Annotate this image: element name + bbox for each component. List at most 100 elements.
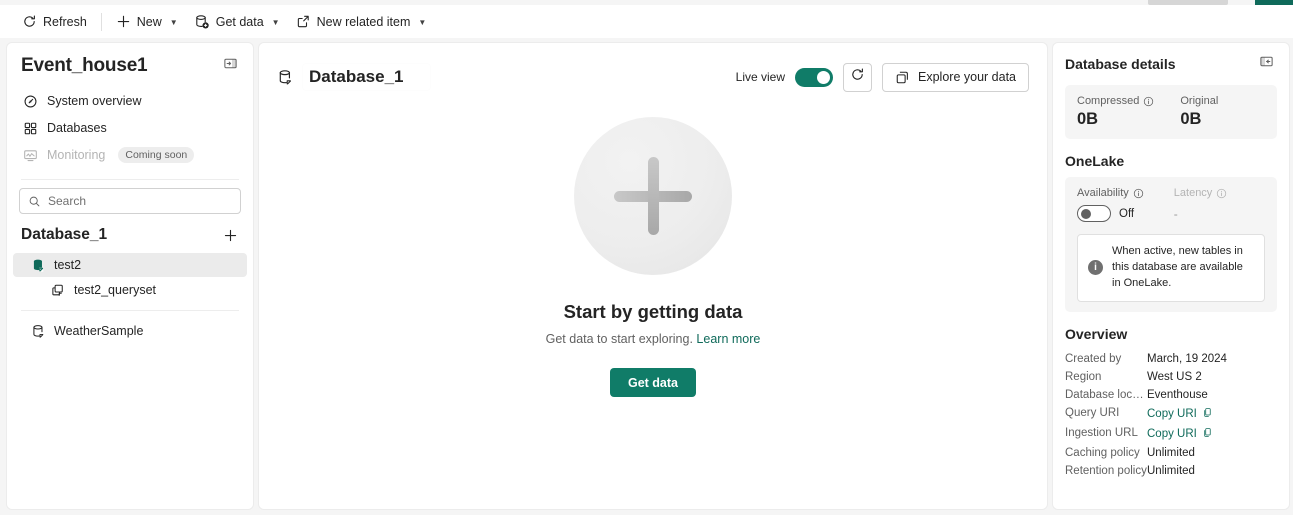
compressed-stat: Compressed 0B bbox=[1077, 95, 1154, 129]
eventhouse-title: Event_house1 bbox=[21, 55, 148, 76]
overview-value: March, 19 2024 bbox=[1147, 352, 1227, 365]
details-panel-title: Database details bbox=[1065, 56, 1176, 72]
overview-table: Created by March, 19 2024 Region West US… bbox=[1065, 350, 1277, 480]
get-data-button[interactable]: Get data ▼ bbox=[186, 9, 288, 35]
database-icon bbox=[31, 324, 46, 339]
database-icon bbox=[31, 258, 46, 273]
tree-divider bbox=[21, 310, 239, 311]
live-view-toggle[interactable] bbox=[795, 67, 834, 87]
latency-label: Latency bbox=[1173, 187, 1213, 199]
info-icon[interactable] bbox=[1216, 188, 1227, 199]
copy-query-uri-label: Copy URI bbox=[1147, 407, 1197, 420]
table-row: Region West US 2 bbox=[1065, 368, 1277, 386]
details-panel: Database details Compressed 0B Original … bbox=[1052, 42, 1290, 510]
chevron-down-icon: ▼ bbox=[418, 18, 427, 27]
onelake-row: Availability Off Latency - bbox=[1077, 187, 1265, 222]
table-row: Created by March, 19 2024 bbox=[1065, 350, 1277, 368]
info-icon[interactable] bbox=[1143, 96, 1154, 107]
tree-item-label: test2_queryset bbox=[74, 283, 156, 297]
new-button[interactable]: New ▼ bbox=[108, 9, 186, 35]
external-link-icon bbox=[296, 14, 311, 29]
size-stats-row: Compressed 0B Original 0B bbox=[1077, 95, 1265, 129]
empty-state-subtitle: Get data to start exploring. Learn more bbox=[546, 332, 761, 346]
details-header-row: Database details bbox=[1065, 53, 1277, 75]
table-row: Retention policy Unlimited bbox=[1065, 462, 1277, 480]
tree-item-test2[interactable]: test2 bbox=[13, 253, 247, 277]
search-box[interactable] bbox=[19, 188, 241, 214]
get-data-icon bbox=[194, 14, 210, 30]
search-input[interactable] bbox=[48, 194, 232, 208]
tree-item-weathersample[interactable]: WeatherSample bbox=[13, 319, 247, 343]
tree-item-label: WeatherSample bbox=[54, 324, 144, 338]
page-title[interactable]: Database_1 bbox=[303, 64, 430, 90]
app-root: Refresh New ▼ Get data ▼ New related ite… bbox=[0, 0, 1293, 515]
eventhouse-title-row: Event_house1 bbox=[7, 43, 253, 83]
copy-icon bbox=[1202, 427, 1213, 441]
learn-more-link[interactable]: Learn more bbox=[696, 332, 760, 346]
sidebar-item-databases[interactable]: Databases bbox=[17, 115, 243, 141]
main-panel: Database_1 Live view Explore your data S… bbox=[258, 42, 1048, 510]
explore-icon bbox=[895, 70, 910, 85]
onelake-info-note: i When active, new tables in this databa… bbox=[1077, 234, 1265, 302]
plus-icon-vertical bbox=[647, 157, 659, 235]
overview-value: West US 2 bbox=[1147, 370, 1202, 383]
main-title-wrap: Database_1 bbox=[277, 64, 430, 90]
coming-soon-badge: Coming soon bbox=[118, 147, 195, 163]
toolbar-divider bbox=[100, 12, 102, 31]
command-bar: Refresh New ▼ Get data ▼ New related ite… bbox=[0, 5, 1293, 38]
add-data-illustration bbox=[574, 117, 732, 275]
copy-ingestion-uri-label: Copy URI bbox=[1147, 427, 1197, 440]
onelake-availability-toggle[interactable] bbox=[1077, 205, 1111, 222]
collapse-details-button[interactable] bbox=[1255, 53, 1277, 75]
sidebar-nav: System overview Databases Monitoring Com… bbox=[7, 83, 253, 171]
overview-value-cell: Copy URI bbox=[1147, 424, 1277, 444]
refresh-button[interactable]: Refresh bbox=[14, 9, 95, 35]
latency-block: Latency - bbox=[1174, 187, 1228, 221]
overview-key: Created by bbox=[1065, 352, 1122, 365]
overview-section-title: Overview bbox=[1065, 325, 1128, 342]
explore-your-data-button[interactable]: Explore your data bbox=[882, 62, 1029, 92]
availability-toggle-row: Off bbox=[1077, 205, 1144, 222]
compressed-label: Compressed bbox=[1077, 95, 1140, 107]
empty-state-title: Start by getting data bbox=[563, 301, 743, 322]
original-value: 0B bbox=[1180, 110, 1202, 128]
tree-item-test2-queryset[interactable]: test2_queryset bbox=[13, 278, 247, 302]
sidebar-item-system-overview[interactable]: System overview bbox=[17, 88, 243, 114]
sidebar-item-label: Databases bbox=[47, 121, 107, 135]
toggle-knob bbox=[1081, 208, 1091, 219]
original-stat: Original 0B bbox=[1180, 95, 1218, 129]
main-header: Database_1 Live view Explore your data bbox=[259, 43, 1047, 95]
overview-value-cell: Copy URI bbox=[1147, 404, 1277, 424]
collapse-pane-icon bbox=[223, 56, 238, 76]
empty-state: Start by getting data Get data to start … bbox=[259, 117, 1047, 397]
table-row: Ingestion URL Copy URI bbox=[1065, 424, 1277, 444]
explore-your-data-label: Explore your data bbox=[918, 70, 1016, 84]
availability-state: Off bbox=[1119, 207, 1135, 220]
new-related-item-button[interactable]: New related item ▼ bbox=[288, 9, 435, 35]
availability-block: Availability Off bbox=[1077, 187, 1144, 222]
copy-query-uri-button[interactable]: Copy URI bbox=[1147, 407, 1213, 421]
compressed-label-row: Compressed bbox=[1077, 95, 1154, 107]
copy-ingestion-uri-button[interactable]: Copy URI bbox=[1147, 427, 1213, 441]
plus-icon bbox=[116, 14, 131, 29]
new-related-item-label: New related item bbox=[316, 14, 411, 29]
refresh-icon bbox=[22, 14, 37, 29]
tree-item-label: test2 bbox=[54, 258, 82, 272]
refresh-button[interactable] bbox=[843, 62, 873, 92]
overview-key: Query URI bbox=[1065, 406, 1120, 419]
get-data-button[interactable]: Get data bbox=[609, 368, 696, 397]
add-item-button[interactable] bbox=[219, 224, 241, 246]
onelake-card: Availability Off Latency - i When active… bbox=[1065, 177, 1277, 312]
info-icon[interactable] bbox=[1133, 188, 1144, 199]
info-icon: i bbox=[1088, 260, 1103, 276]
collapse-sidebar-button[interactable] bbox=[219, 55, 241, 77]
table-row: Query URI Copy URI bbox=[1065, 404, 1277, 424]
sidebar-item-label: System overview bbox=[47, 94, 142, 108]
onelake-section-title: OneLake bbox=[1065, 153, 1125, 169]
overview-key: Caching policy bbox=[1065, 446, 1140, 459]
overview-value: Eventhouse bbox=[1147, 388, 1208, 401]
search-icon bbox=[28, 195, 41, 208]
sidebar-divider bbox=[21, 179, 239, 180]
availability-label-row: Availability bbox=[1077, 187, 1144, 199]
overview-value: Unlimited bbox=[1147, 464, 1195, 477]
